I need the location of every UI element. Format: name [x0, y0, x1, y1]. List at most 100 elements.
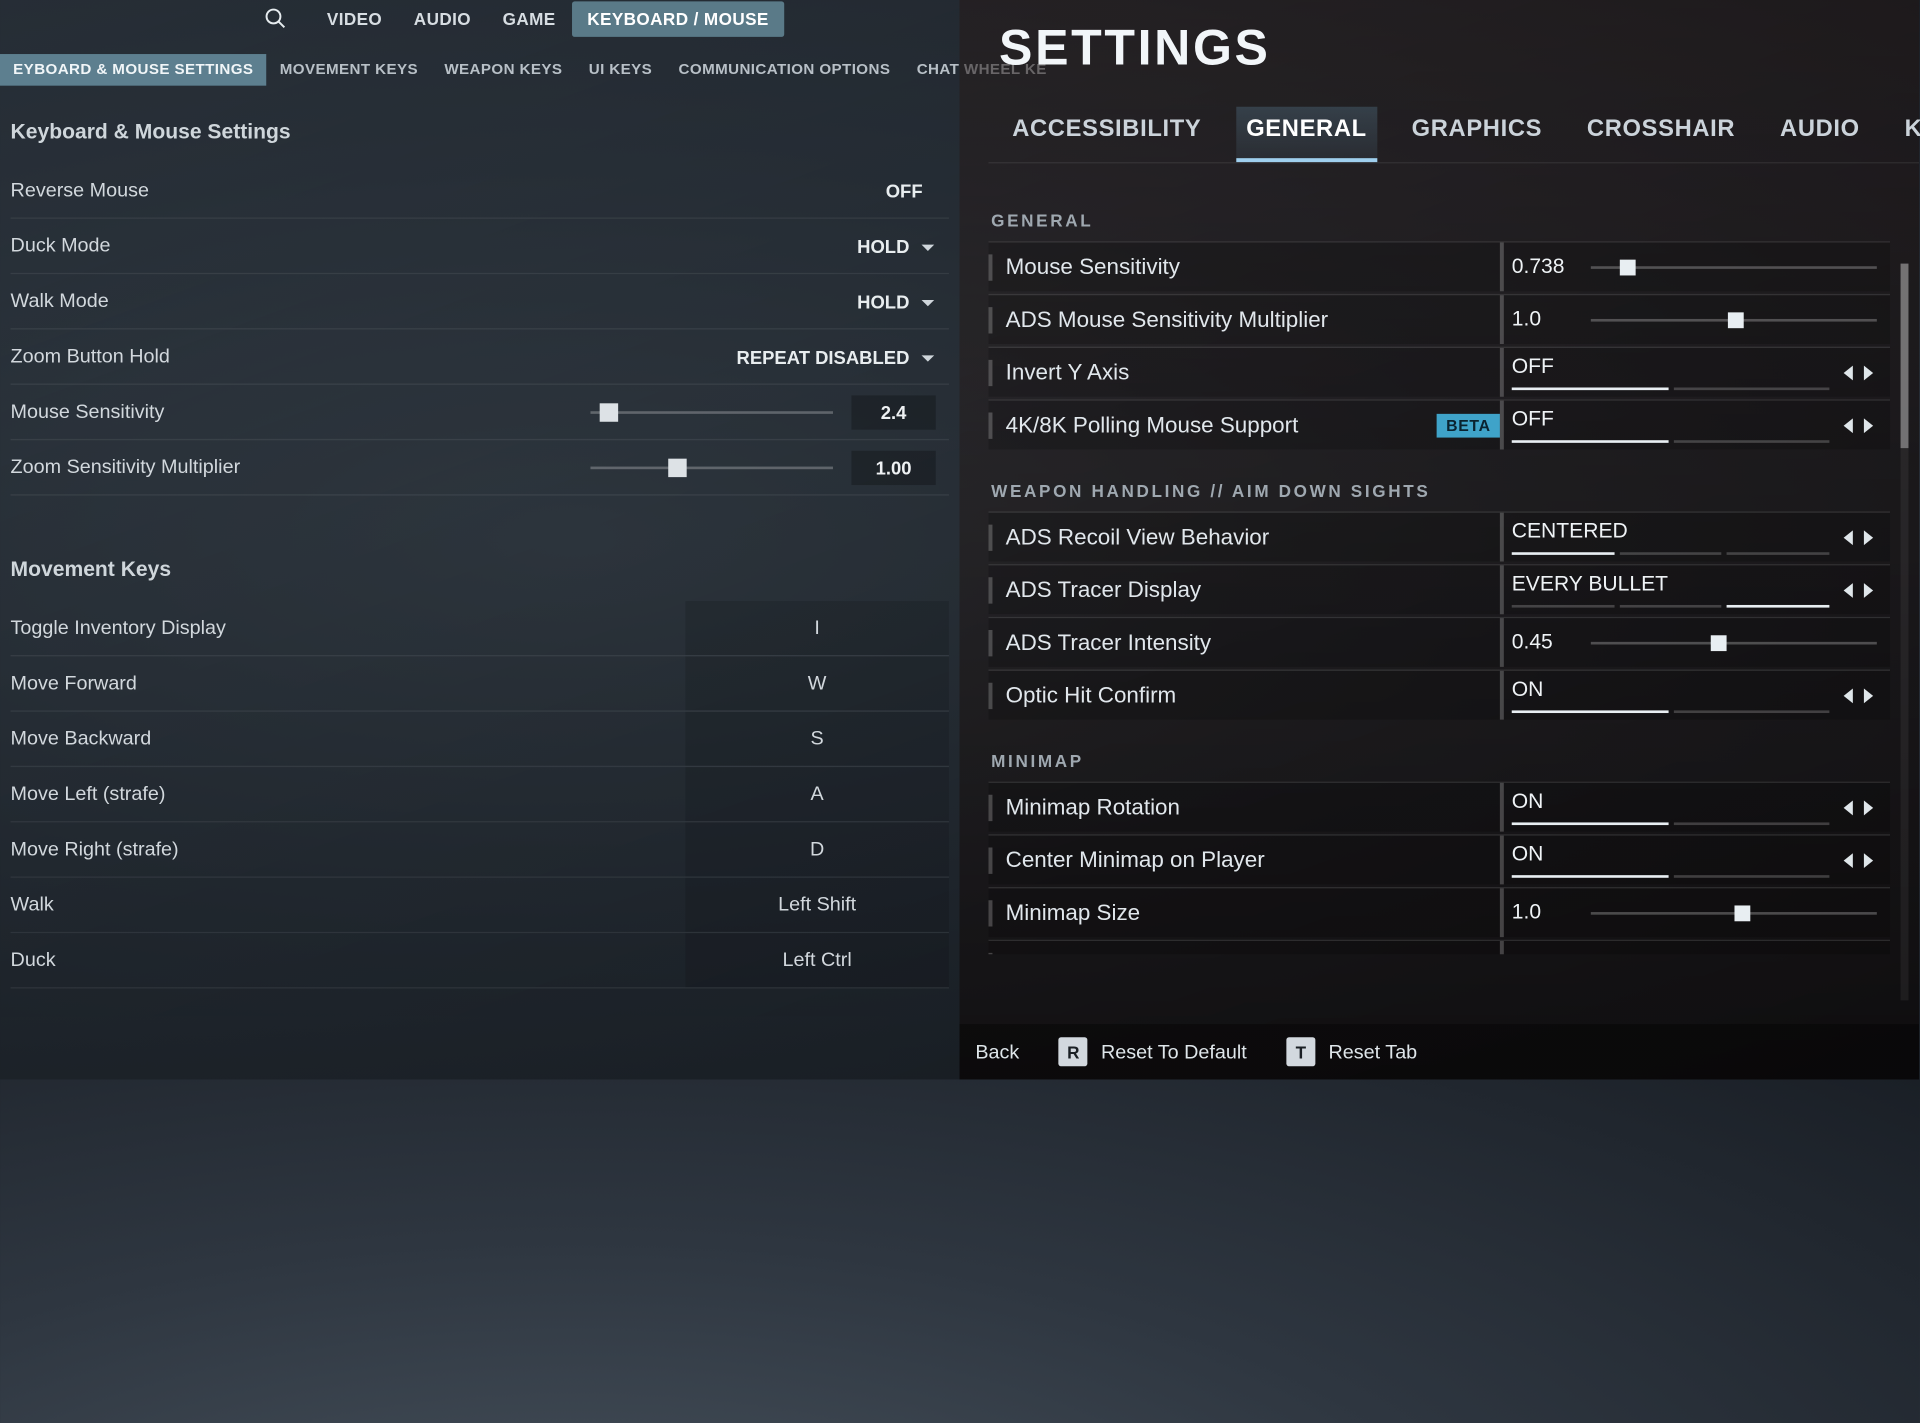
tab-graphics[interactable]: GRAPHICS	[1401, 107, 1553, 162]
arrow-right-icon[interactable]	[1858, 581, 1876, 599]
keybind-value[interactable]: D	[685, 822, 949, 876]
subcat-eyboard-mouse-settings[interactable]: EYBOARD & MOUSE SETTINGS	[0, 54, 267, 86]
chooser[interactable]: OFF	[1500, 348, 1877, 397]
keybind-value[interactable]: S	[685, 712, 949, 766]
tab-accessibility[interactable]: ACCESSIBILITY	[1002, 107, 1212, 162]
slider[interactable]	[1591, 635, 1877, 651]
topcat-game[interactable]: GAME	[487, 1, 572, 37]
value: 0.45	[1512, 631, 1581, 655]
chooser[interactable]: ON	[1500, 783, 1877, 832]
tab-keybindings[interactable]: KEYBINDINGS	[1894, 107, 1920, 162]
arrow-right-icon[interactable]	[1858, 416, 1876, 434]
row-ads-tracer: ADS Tracer Display EVERY BULLET	[988, 564, 1890, 614]
keybind-value[interactable]: Left Shift	[685, 878, 949, 932]
arrow-left-icon[interactable]	[1840, 798, 1858, 816]
label: Zoom Sensitivity Multiplier	[11, 456, 241, 478]
settings-tabs: ACCESSIBILITY GENERAL GRAPHICS CROSSHAIR AUD…	[988, 107, 1919, 164]
row-duck-mode[interactable]: Duck Mode HOLD	[11, 219, 949, 274]
subcat-movement-keys[interactable]: MOVEMENT KEYS	[267, 54, 432, 86]
tab-general[interactable]: GENERAL	[1236, 107, 1378, 162]
keybind-row[interactable]: Move BackwardS	[11, 712, 949, 767]
keybind-value[interactable]: W	[685, 656, 949, 710]
label: Center Minimap on Player	[988, 847, 1499, 873]
keybind-row[interactable]: Toggle Inventory DisplayI	[11, 601, 949, 656]
subcat-ui-keys[interactable]: UI KEYS	[576, 54, 666, 86]
keybind-row[interactable]: Move Right (strafe)D	[11, 822, 949, 877]
subcat-weapon-keys[interactable]: WEAPON KEYS	[431, 54, 575, 86]
left-topbar: VIDEOAUDIOGAMEKEYBOARD / MOUSE	[0, 0, 960, 37]
slider[interactable]	[1591, 259, 1877, 275]
slider-value[interactable]: 1.00	[851, 450, 935, 484]
label: Walk	[11, 894, 54, 916]
arrow-left-icon[interactable]	[1840, 528, 1858, 546]
row-zoom-hold[interactable]: Zoom Button Hold REPEAT DISABLED	[11, 330, 949, 385]
label: Duck	[11, 949, 56, 971]
slider[interactable]	[1591, 312, 1877, 328]
row-mm-size: Minimap Size 1.0	[988, 887, 1890, 937]
arrow-left-icon[interactable]	[1840, 686, 1858, 704]
subcat-communication-options[interactable]: COMMUNICATION OPTIONS	[665, 54, 903, 86]
keybind-row[interactable]: Move Forward W	[11, 656, 949, 711]
dropdown[interactable]: REPEAT DISABLED	[736, 346, 935, 367]
value: ON	[1512, 843, 1830, 867]
section-title-kbmouse: Keyboard & Mouse Settings	[11, 87, 949, 163]
slider[interactable]	[590, 458, 833, 476]
reset-tab-button[interactable]: T Reset Tab	[1286, 1037, 1417, 1066]
slider[interactable]	[590, 403, 833, 421]
keybind-value[interactable]: A	[685, 767, 949, 821]
value: OFF	[1512, 355, 1830, 379]
beta-badge: BETA	[1437, 413, 1500, 437]
label: Minimap Size	[988, 900, 1499, 926]
tab-audio[interactable]: AUDIO	[1769, 107, 1870, 162]
chooser[interactable]: EVERY BULLET	[1500, 565, 1877, 614]
slider[interactable]	[1591, 905, 1877, 921]
dropdown[interactable]: HOLD	[857, 291, 936, 312]
chooser[interactable]: OFF	[1500, 401, 1877, 450]
arrow-left-icon[interactable]	[1840, 416, 1858, 434]
section-title: MINIMAP	[988, 722, 1890, 781]
row-ads-mult: ADS Mouse Sensitivity Multiplier 1.0	[988, 294, 1890, 344]
arrow-right-icon[interactable]	[1858, 363, 1876, 381]
value: EVERY BULLET	[1512, 573, 1830, 597]
chevron-down-icon	[920, 349, 936, 365]
arrow-right-icon[interactable]	[1858, 528, 1876, 546]
arrow-left-icon[interactable]	[1840, 581, 1858, 599]
topcat-video[interactable]: VIDEO	[311, 1, 398, 37]
chooser[interactable]: ON	[1500, 671, 1877, 720]
label: Mouse Sensitivity	[988, 254, 1499, 280]
dropdown[interactable]: HOLD	[857, 235, 936, 256]
back-button[interactable]: Back	[975, 1041, 1019, 1063]
chooser[interactable]: CENTERED	[1500, 513, 1877, 562]
label: ADS Mouse Sensitivity Multiplier	[988, 306, 1499, 332]
label: Move Forward	[11, 672, 137, 694]
topcat-audio[interactable]: AUDIO	[398, 1, 487, 37]
label: Minimap Rotation	[988, 794, 1499, 820]
chooser[interactable]: ON	[1500, 836, 1877, 885]
arrow-left-icon[interactable]	[1840, 851, 1858, 869]
value: ON	[1512, 790, 1830, 814]
tab-crosshair[interactable]: CROSSHAIR	[1576, 107, 1745, 162]
keybind-row[interactable]: Move Left (strafe)A	[11, 767, 949, 822]
arrow-right-icon[interactable]	[1858, 851, 1876, 869]
scrollbar[interactable]	[1901, 264, 1909, 1001]
arrow-left-icon[interactable]	[1840, 363, 1858, 381]
label: Invert Y Axis	[988, 359, 1499, 385]
slider-value[interactable]: 2.4	[851, 395, 935, 429]
scrollbar-thumb[interactable]	[1901, 264, 1909, 449]
left-panel: VIDEOAUDIOGAMEKEYBOARD / MOUSE EYBOARD &…	[0, 0, 960, 1079]
arrow-right-icon[interactable]	[1858, 686, 1876, 704]
keybind-row[interactable]: Duck Left Ctrl	[11, 933, 949, 988]
row-reverse-mouse[interactable]: Reverse Mouse OFF	[11, 163, 949, 218]
row-walk-mode[interactable]: Walk Mode HOLD	[11, 274, 949, 329]
reset-default-button[interactable]: R Reset To Default	[1059, 1037, 1247, 1066]
row-zoom-sens-mult: Zoom Sensitivity Multiplier 1.00	[11, 440, 949, 495]
search-icon[interactable]	[264, 7, 288, 31]
keybind-value[interactable]: I	[685, 601, 949, 655]
keybind-row[interactable]: Walk Left Shift	[11, 878, 949, 933]
keybind-value[interactable]: Left Ctrl	[685, 933, 949, 987]
arrow-right-icon[interactable]	[1858, 798, 1876, 816]
value: 0.738	[1512, 255, 1581, 279]
label: 4K/8K Polling Mouse SupportBETA	[988, 412, 1499, 438]
row-mm-center: Center Minimap on Player ON	[988, 834, 1890, 884]
topcat-keyboard-mouse[interactable]: KEYBOARD / MOUSE	[571, 1, 784, 37]
